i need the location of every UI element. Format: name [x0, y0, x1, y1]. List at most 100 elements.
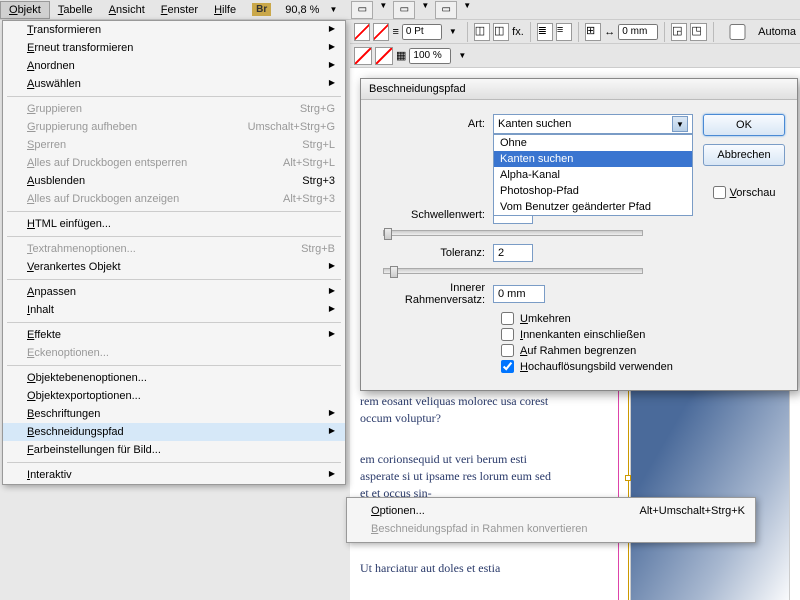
align-1[interactable]: ≣	[537, 23, 553, 41]
toleranz-slider[interactable]	[383, 268, 643, 274]
menu-hilfe[interactable]: Hilfe	[206, 2, 244, 18]
beschneidungspfad-submenu: Optionen...Alt+Umschalt+Strg+KBeschneidu…	[346, 497, 756, 543]
stroke-weight-label: ≡	[392, 26, 398, 38]
control-panel-row1: ≡ ▼ ◫ ◫ fx. ≣ ≡ ⊞ ↔ ◲ ◳ Automa	[350, 20, 800, 44]
dialog-title: Beschneidungspfad	[361, 79, 797, 100]
opacity-dd[interactable]: ▼	[454, 51, 470, 60]
menu-item: Gruppierung aufhebenUmschalt+Strg+G	[3, 118, 345, 136]
view-icon-3[interactable]: ▭	[435, 1, 457, 19]
dd2[interactable]: ▼	[417, 1, 433, 19]
menu-item[interactable]: Anpassen▶	[3, 283, 345, 301]
menu-item[interactable]: Verankertes Objekt▶	[3, 258, 345, 276]
fill2-icon[interactable]	[354, 47, 372, 65]
gap-label: ↔	[604, 26, 615, 38]
menu-item[interactable]: Erneut transformieren▶	[3, 39, 345, 57]
placed-image[interactable]	[630, 388, 790, 600]
art-option[interactable]: Kanten suchen	[494, 151, 692, 167]
menu-item[interactable]: Inhalt▶	[3, 301, 345, 319]
menu-item[interactable]: Objektebenenoptionen...	[3, 369, 345, 387]
menu-ansicht[interactable]: Ansicht	[101, 2, 153, 18]
menu-item: Textrahmenoptionen...Strg+B	[3, 240, 345, 258]
tool-a[interactable]: ◫	[474, 23, 490, 41]
vorschau-check[interactable]	[713, 186, 726, 199]
control-panel-row2: ▦ ▼	[350, 44, 800, 68]
fx-label[interactable]: fx.	[512, 26, 524, 38]
submenu-item: Beschneidungspfad in Rahmen konvertieren	[347, 520, 755, 538]
aufrahmen-check[interactable]	[501, 344, 514, 357]
menu-item: SperrenStrg+L	[3, 136, 345, 154]
frame-handle[interactable]	[625, 475, 631, 481]
stroke2-icon[interactable]	[375, 47, 393, 65]
guide-2[interactable]	[628, 378, 629, 600]
bridge-badge[interactable]: Br	[252, 3, 271, 16]
menu-objekt[interactable]: Objekt	[0, 1, 50, 19]
innerer-label: Innerer Rahmenversatz:	[373, 282, 493, 306]
submenu-item[interactable]: Optionen...Alt+Umschalt+Strg+K	[347, 502, 755, 520]
aufrahmen-label: Auf Rahmen begrenzen	[520, 345, 636, 357]
art-select[interactable]: Kanten suchen ▼ OhneKanten suchenAlpha-K…	[493, 114, 693, 134]
slider-thumb[interactable]	[384, 228, 392, 240]
objekt-menu: Transformieren▶Erneut transformieren▶Ano…	[2, 20, 346, 485]
menu-item[interactable]: HTML einfügen...	[3, 215, 345, 233]
view-icon-2[interactable]: ▭	[393, 1, 415, 19]
view-mode-icons: ▭ ▼ ▭ ▼ ▭ ▼	[351, 1, 475, 19]
toleranz-input[interactable]	[493, 244, 533, 262]
menu-item: Alles auf Druckbogen anzeigenAlt+Strg+3	[3, 190, 345, 208]
automa-check[interactable]	[720, 24, 756, 40]
innenkanten-check[interactable]	[501, 328, 514, 341]
stroke-none-icon[interactable]	[373, 23, 389, 41]
menu-item[interactable]: AusblendenStrg+3	[3, 172, 345, 190]
art-option[interactable]: Alpha-Kanal	[494, 167, 692, 183]
ok-button[interactable]: OK	[703, 114, 785, 136]
innerer-input[interactable]	[493, 285, 545, 303]
menu-fenster[interactable]: Fenster	[153, 2, 206, 18]
art-label: Art:	[373, 118, 493, 130]
menu-item: GruppierenStrg+G	[3, 100, 345, 118]
tool-b[interactable]: ◫	[493, 23, 509, 41]
stroke-weight-input[interactable]	[402, 24, 442, 40]
hochaufloesung-label: Hochauflösungsbild verwenden	[520, 361, 673, 373]
menu-item[interactable]: Anordnen▶	[3, 57, 345, 75]
slider-thumb-2[interactable]	[390, 266, 398, 278]
zoom-level[interactable]: 90,8 %	[279, 4, 325, 16]
umkehren-check[interactable]	[501, 312, 514, 325]
art-option[interactable]: Photoshop-Pfad	[494, 183, 692, 199]
menu-item: Alles auf Druckbogen entsperrenAlt+Strg+…	[3, 154, 345, 172]
menu-item[interactable]: Beschneidungspfad▶	[3, 423, 345, 441]
doc-paragraph-3: Ut harciatur aut doles et estia	[360, 560, 560, 577]
align-2[interactable]: ≡	[556, 23, 572, 41]
opacity-input[interactable]	[409, 48, 451, 64]
doc-paragraph-1: rem eosant veliquas molorec usa corest o…	[360, 393, 560, 427]
menu-item[interactable]: Transformieren▶	[3, 21, 345, 39]
abbrechen-button[interactable]: Abbrechen	[703, 144, 785, 166]
art-option[interactable]: Ohne	[494, 135, 692, 151]
opacity-icon: ▦	[396, 49, 406, 62]
art-option[interactable]: Vom Benutzer geänderter Pfad	[494, 199, 692, 215]
menu-item[interactable]: Auswählen▶	[3, 75, 345, 93]
menu-item[interactable]: Beschriftungen▶	[3, 405, 345, 423]
hochaufloesung-check[interactable]	[501, 360, 514, 373]
umkehren-label: Umkehren	[520, 313, 571, 325]
corner-icon2[interactable]: ◳	[690, 23, 706, 41]
schwellenwert-slider[interactable]	[383, 230, 643, 236]
dd1[interactable]: ▼	[375, 1, 391, 19]
menu-item[interactable]: Objektexportoptionen...	[3, 387, 345, 405]
menu-item[interactable]: Interaktiv▶	[3, 466, 345, 484]
zoom-dropdown-icon[interactable]: ▼	[325, 5, 341, 14]
frame-icon[interactable]: ⊞	[585, 23, 601, 41]
beschneidungspfad-dialog: Beschneidungspfad Art: Kanten suchen ▼ O…	[360, 78, 798, 391]
chevron-down-icon[interactable]: ▼	[672, 116, 688, 132]
menu-item[interactable]: Farbeinstellungen für Bild...	[3, 441, 345, 459]
dd3[interactable]: ▼	[459, 1, 475, 19]
guide-1[interactable]	[618, 378, 619, 600]
view-icon-1[interactable]: ▭	[351, 1, 373, 19]
menu-tabelle[interactable]: Tabelle	[50, 2, 101, 18]
fill-none-icon[interactable]	[354, 23, 370, 41]
menu-item[interactable]: Effekte▶	[3, 326, 345, 344]
schwellenwert-label: Schwellenwert:	[373, 209, 493, 221]
doc-paragraph-2: em corionsequid ut veri berum esti asper…	[360, 451, 560, 501]
pt-dd[interactable]: ▼	[445, 27, 461, 36]
corner-icon[interactable]: ◲	[671, 23, 687, 41]
art-options-list: OhneKanten suchenAlpha-KanalPhotoshop-Pf…	[493, 134, 693, 216]
gap-input[interactable]	[618, 24, 658, 40]
